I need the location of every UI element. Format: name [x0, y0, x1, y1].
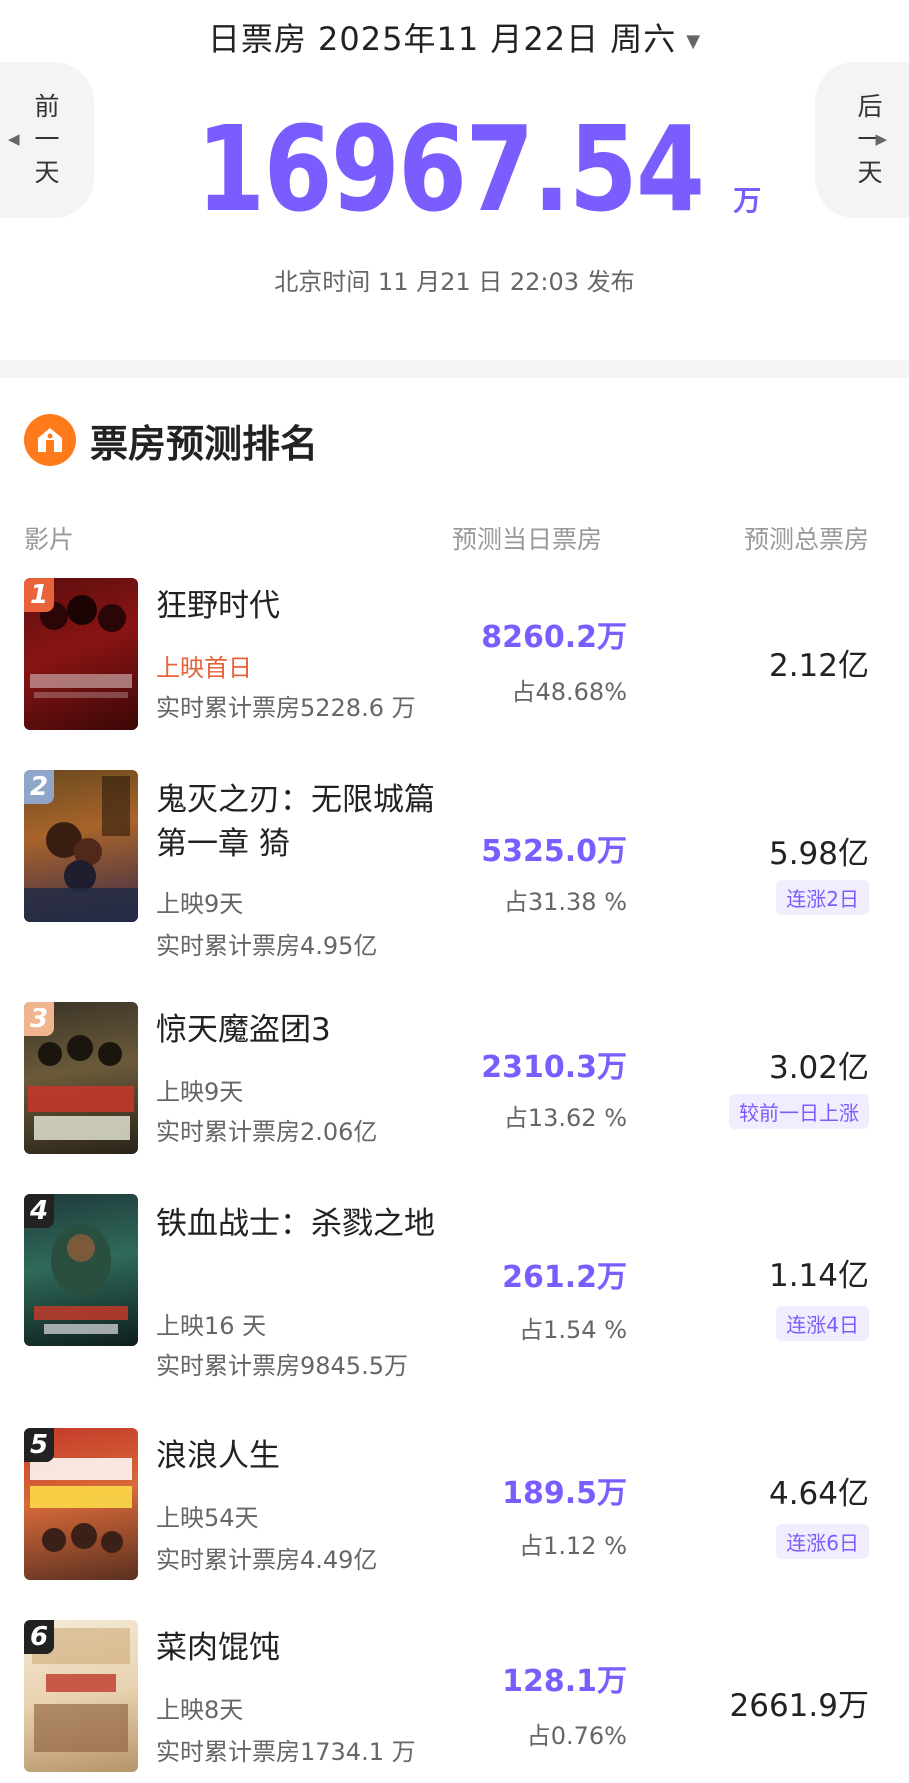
- rank-badge: 2: [24, 770, 54, 804]
- predicted-total: 5.98亿: [768, 836, 869, 872]
- caret-down-icon: ▼: [686, 30, 702, 52]
- movie-row[interactable]: 6 菜肉馄饨 上映8天 实时累计票房1734.1 万 128.1万 占0.76%…: [0, 1618, 909, 1783]
- movie-poster: 1: [24, 578, 138, 730]
- movie-row[interactable]: 5 浪浪人生 上映54天 实时累计票房4.49亿 189.5万 占1.12 % …: [0, 1426, 909, 1596]
- predicted-daily: 5325.0万: [481, 834, 627, 869]
- predicted-total: 2.12亿: [768, 648, 869, 684]
- movie-name: 惊天魔盗团3: [156, 1012, 331, 1048]
- movie-name: 浪浪人生: [156, 1438, 280, 1474]
- movie-poster: 5: [24, 1428, 138, 1580]
- market-share: 占1.12 %: [519, 1532, 627, 1560]
- predicted-daily: 8260.2万: [481, 620, 627, 655]
- predicted-total: 4.64亿: [768, 1476, 869, 1512]
- trend-tag: 连涨6日: [776, 1524, 869, 1559]
- predicted-total: 2661.9万: [729, 1688, 869, 1724]
- trend-tag: 较前一日上涨: [729, 1094, 869, 1129]
- col-film-header: 影片: [24, 525, 75, 554]
- cumulative-box-office: 实时累计票房1734.1 万: [156, 1738, 416, 1766]
- daily-box-office-header: 日票房 2025年11 月22日 周六 ▼ ◀ 前一天 后一天 ▶ 16967.5…: [0, 0, 909, 360]
- cumulative-box-office: 实时累计票房9845.5万: [156, 1352, 408, 1380]
- movie-row[interactable]: 3 惊天魔盗团3 上映9天 实时累计票房2.06亿 2310.3万 占13.62…: [0, 1000, 909, 1170]
- publish-time: 北京时间 11 月21 日 22:03 发布: [274, 268, 635, 296]
- section-title-label: 票房预测排名: [90, 421, 319, 466]
- cumulative-box-office: 实时累计票房5228.6 万: [156, 694, 416, 722]
- market-share: 占48.68%: [511, 678, 627, 706]
- release-status: 上映54天: [156, 1504, 259, 1532]
- date-label: 日票房 2025年11 月22日 周六: [207, 20, 677, 58]
- market-share: 占31.38 %: [503, 888, 627, 916]
- movie-row[interactable]: 4 铁血战士：杀戮之地 上映16 天 实时累计票房9845.5万 261.2万 …: [0, 1192, 909, 1392]
- predicted-daily: 189.5万: [502, 1476, 627, 1511]
- movie-poster: 4: [24, 1194, 138, 1346]
- total-value: 16967.54: [195, 100, 705, 238]
- predicted-daily: 128.1万: [502, 1664, 627, 1699]
- cumulative-box-office: 实时累计票房2.06亿: [156, 1118, 378, 1146]
- date-selector[interactable]: 日票房 2025年11 月22日 周六 ▼: [0, 14, 909, 60]
- release-status: 上映9天: [156, 1078, 244, 1106]
- movie-name: 鬼灭之刃：无限城篇 第一章 猗: [156, 782, 435, 862]
- movie-poster: 3: [24, 1002, 138, 1154]
- release-status: 上映9天: [156, 890, 244, 918]
- predicted-daily: 2310.3万: [481, 1050, 627, 1085]
- trend-tag: 连涨2日: [776, 880, 869, 915]
- trend-tag: 连涨4日: [776, 1306, 869, 1341]
- movie-row[interactable]: 2 鬼灭之刃：无限城篇 第一章 猗 上映9天 实时累计票房4.95亿 5325.…: [0, 768, 909, 968]
- predicted-total: 3.02亿: [768, 1050, 869, 1086]
- cumulative-box-office: 实时累计票房4.49亿: [156, 1546, 378, 1574]
- col-daily-header: 预测当日票房: [452, 525, 603, 554]
- movie-poster: 6: [24, 1620, 138, 1772]
- ranking-section-title: 票房预测排名: [24, 410, 318, 470]
- release-status: 上映首日: [156, 654, 252, 682]
- predicted-daily: 261.2万: [502, 1260, 627, 1295]
- rank-badge: 5: [24, 1428, 54, 1462]
- rank-badge: 1: [24, 578, 54, 612]
- section-divider: [0, 360, 909, 378]
- movie-name: 铁血战士：杀戮之地: [156, 1206, 435, 1242]
- total-box-office: 16967.54 万: [0, 110, 909, 228]
- col-total-header: 预测总票房: [743, 525, 869, 554]
- market-share: 占0.76%: [526, 1722, 627, 1750]
- rank-badge: 3: [24, 1002, 54, 1036]
- predicted-total: 1.14亿: [768, 1258, 869, 1294]
- total-unit: 万: [733, 184, 762, 217]
- rank-badge: 4: [24, 1194, 54, 1228]
- release-status: 上映16 天: [156, 1312, 267, 1340]
- market-share: 占1.54 %: [519, 1316, 627, 1344]
- movie-name: 菜肉馄饨: [156, 1630, 280, 1666]
- rank-badge: 6: [24, 1620, 54, 1654]
- cumulative-box-office: 实时累计票房4.95亿: [156, 932, 378, 960]
- movie-poster: 2: [24, 770, 138, 922]
- market-share: 占13.62 %: [503, 1104, 627, 1132]
- movie-name: 狂野时代: [156, 588, 280, 624]
- movie-row[interactable]: 1 狂野时代 上映首日 实时累计票房5228.6 万 8260.2万 占48.6…: [0, 578, 909, 748]
- release-status: 上映8天: [156, 1696, 244, 1724]
- cinema-icon: [24, 414, 76, 466]
